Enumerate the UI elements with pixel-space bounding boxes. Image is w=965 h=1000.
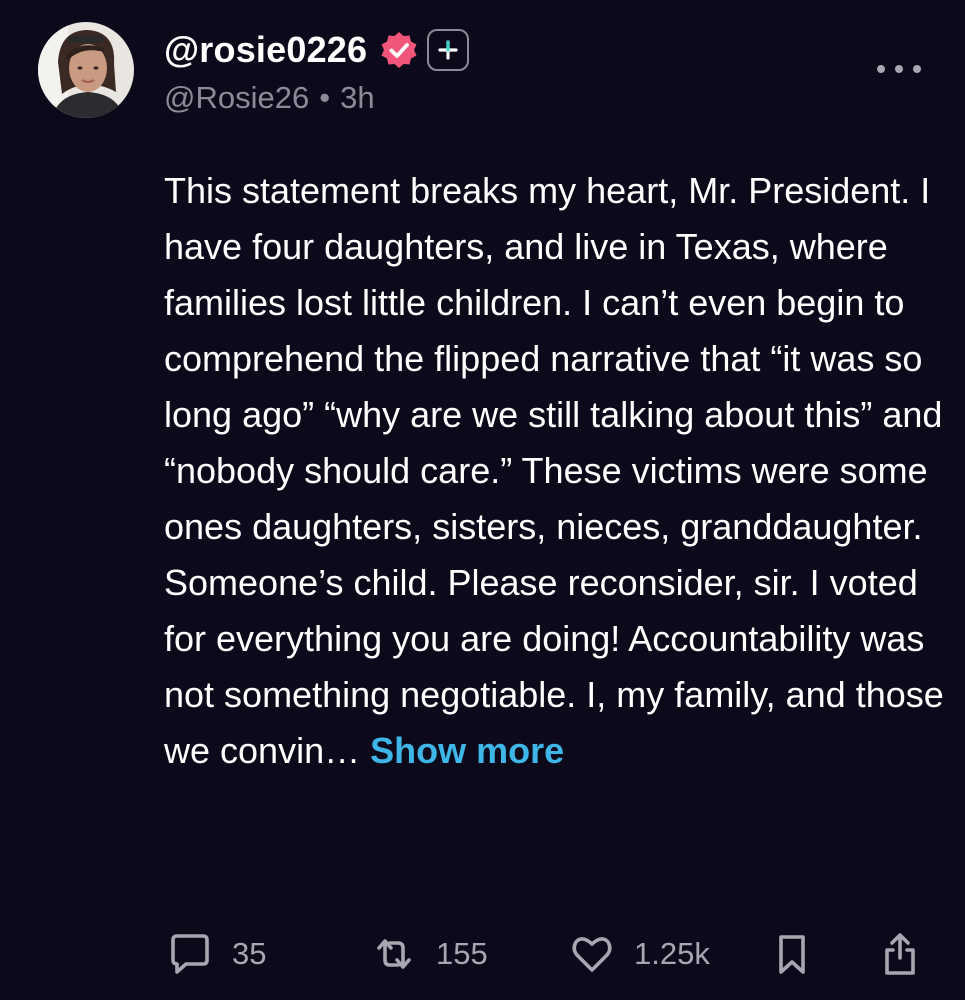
comment-count: 35 xyxy=(232,936,267,971)
repost-button[interactable]: 155 xyxy=(370,926,488,982)
comment-icon xyxy=(171,934,209,974)
post-card: @rosie0226 @Rosie26 • 3h This statement … xyxy=(0,0,965,1000)
more-options-button[interactable] xyxy=(877,54,921,84)
share-button[interactable] xyxy=(876,926,924,982)
avatar[interactable] xyxy=(38,22,134,118)
handle-row: @Rosie26 • 3h xyxy=(164,80,469,116)
post-header: @rosie0226 @Rosie26 • 3h xyxy=(164,24,470,116)
avatar-photo xyxy=(38,22,134,118)
name-row: @rosie0226 xyxy=(164,24,470,76)
heart-icon xyxy=(572,937,612,972)
ellipsis-icon-dot xyxy=(913,65,921,73)
repost-icon xyxy=(377,939,411,969)
show-more-link[interactable]: Show more xyxy=(370,730,564,771)
ellipsis-icon-dot xyxy=(877,65,885,73)
like-button[interactable]: 1.25k xyxy=(568,926,710,982)
display-name[interactable]: @rosie0226 xyxy=(164,29,367,71)
bookmark-button[interactable] xyxy=(768,926,816,982)
user-handle[interactable]: @Rosie26 xyxy=(164,80,309,116)
bookmark-icon xyxy=(779,935,805,974)
verified-badge-icon xyxy=(379,30,419,70)
plus-icon xyxy=(438,40,458,60)
share-icon xyxy=(885,933,915,975)
comment-button[interactable]: 35 xyxy=(166,926,266,982)
ellipsis-icon-dot xyxy=(895,65,903,73)
separator-dot: • xyxy=(319,80,331,115)
action-bar: 35 155 1.25k xyxy=(0,926,965,982)
post-body-text: This statement breaks my heart, Mr. Pres… xyxy=(164,170,944,771)
post-body: This statement breaks my heart, Mr. Pres… xyxy=(164,163,944,779)
follow-button[interactable] xyxy=(427,29,470,71)
like-count: 1.25k xyxy=(634,936,710,971)
post-time[interactable]: 3h xyxy=(340,80,374,116)
repost-count: 155 xyxy=(436,936,488,971)
